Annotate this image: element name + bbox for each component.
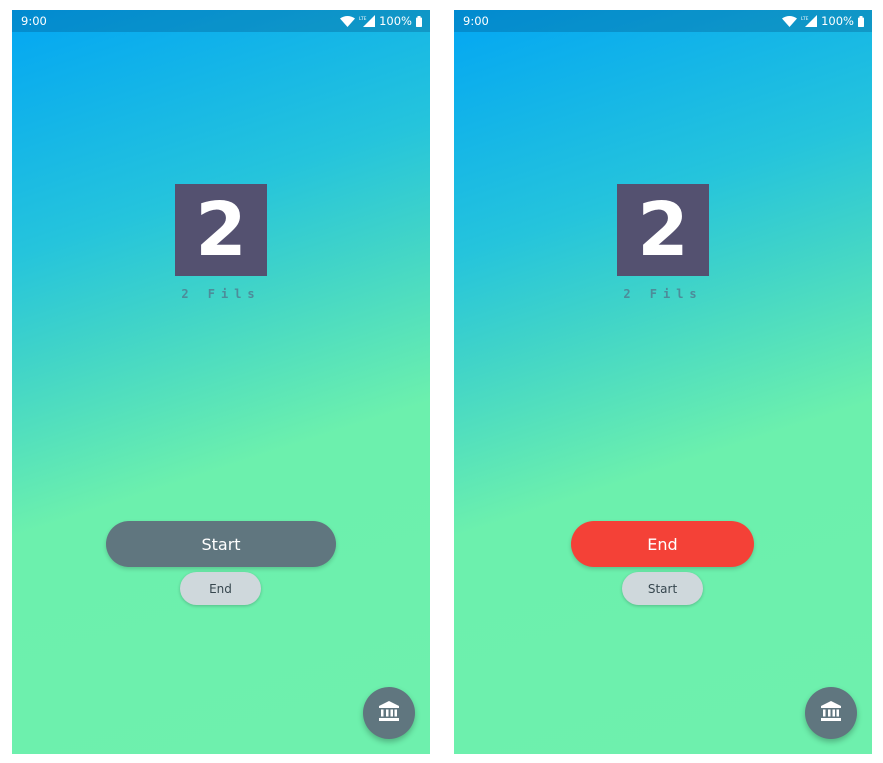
status-indicators: LTE 100% (782, 10, 864, 32)
status-bar: 9:00 LTE 100% (454, 10, 872, 32)
bank-icon (378, 700, 400, 727)
end-button[interactable]: End (571, 521, 754, 567)
battery-percent: 100% (821, 14, 854, 28)
status-time: 9:00 (463, 14, 489, 28)
coin-value-tile: 2 (175, 184, 267, 276)
phone-screen-left: 9:00 LTE 100% 2 2 Fils Start End (12, 10, 430, 754)
phone-screen-right: 9:00 LTE 100% 2 2 Fils End Start (454, 10, 872, 754)
wifi-icon (340, 15, 356, 27)
signal-icon: LTE (801, 15, 818, 27)
status-indicators: LTE 100% (340, 10, 422, 32)
bank-icon (820, 700, 842, 727)
battery-icon (858, 15, 864, 27)
start-button[interactable]: Start (622, 572, 703, 605)
svg-text:LTE: LTE (359, 16, 367, 22)
coin-label: 2 Fils (623, 287, 703, 301)
svg-text:LTE: LTE (801, 16, 809, 22)
coin-label: 2 Fils (181, 287, 261, 301)
bank-fab-button[interactable] (363, 687, 415, 739)
end-button[interactable]: End (180, 572, 261, 605)
battery-percent: 100% (379, 14, 412, 28)
battery-icon (416, 15, 422, 27)
wifi-icon (782, 15, 798, 27)
start-button[interactable]: Start (106, 521, 336, 567)
status-bar: 9:00 LTE 100% (12, 10, 430, 32)
bank-fab-button[interactable] (805, 687, 857, 739)
status-time: 9:00 (21, 14, 47, 28)
signal-icon: LTE (359, 15, 376, 27)
coin-value-tile: 2 (617, 184, 709, 276)
